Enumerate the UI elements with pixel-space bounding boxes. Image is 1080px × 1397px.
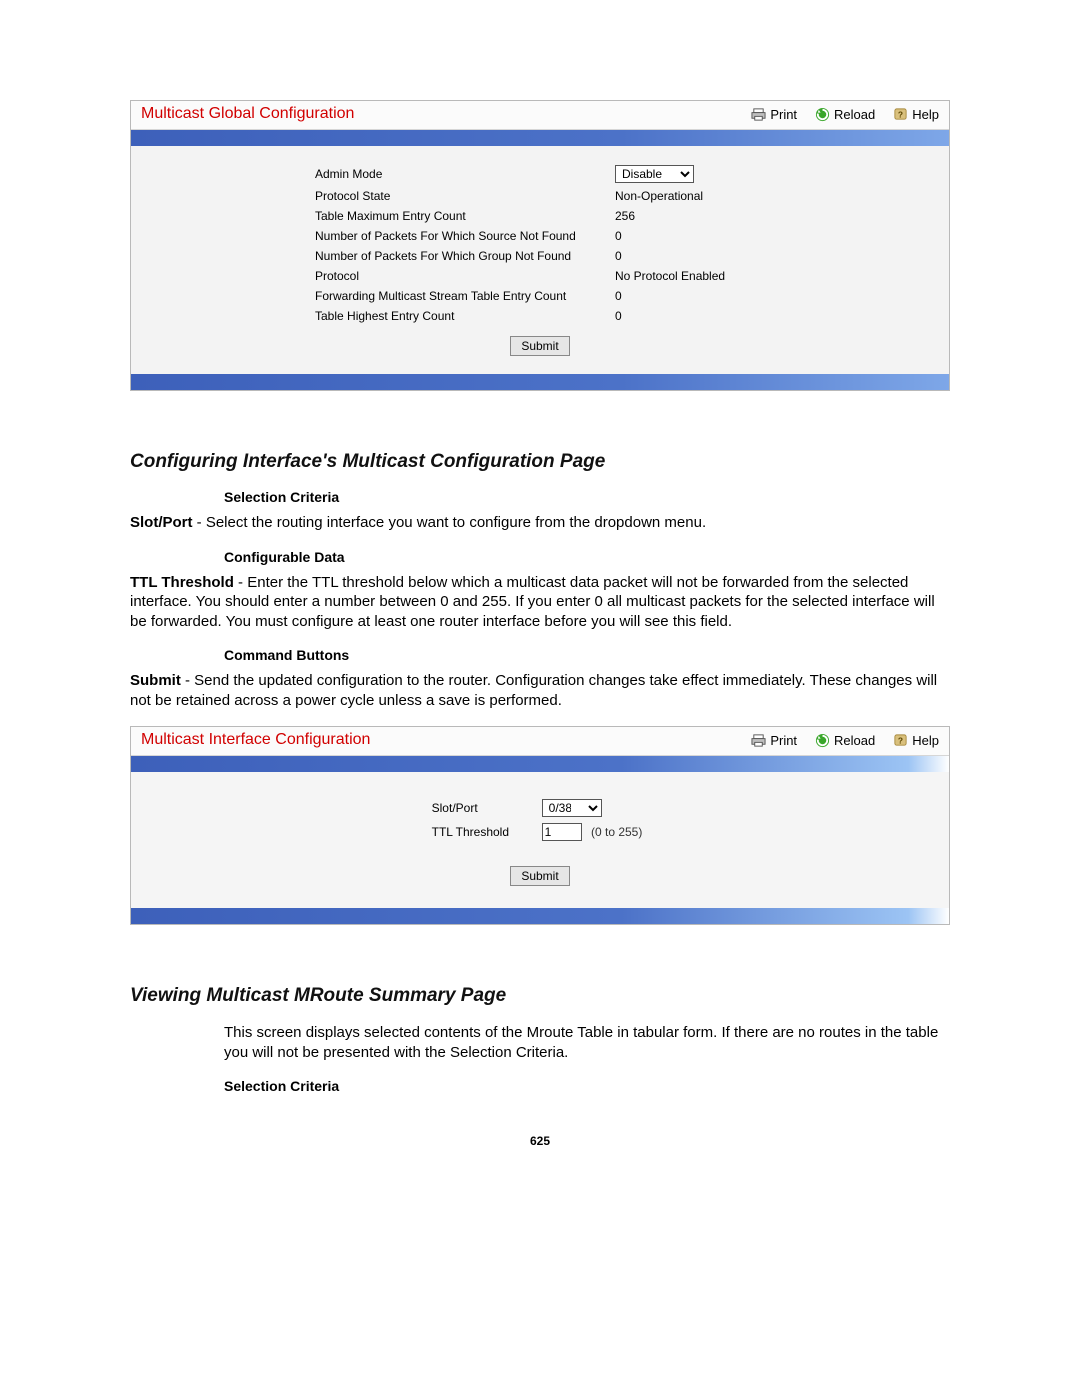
panel-actions: Print Reload ? Help xyxy=(751,733,939,748)
label: Number of Packets For Which Source Not F… xyxy=(315,226,615,246)
value: (0 to 255) xyxy=(542,820,649,844)
print-label: Print xyxy=(770,733,797,748)
label: Protocol State xyxy=(315,186,615,206)
panel-header: Multicast Global Configuration Print Rel… xyxy=(131,101,949,130)
panel-divider-bottom xyxy=(131,374,949,390)
label: Number of Packets For Which Group Not Fo… xyxy=(315,246,615,266)
row-protocol: Protocol No Protocol Enabled xyxy=(315,266,765,286)
reload-icon xyxy=(815,107,830,122)
section-heading-interface-config: Configuring Interface's Multicast Config… xyxy=(130,451,950,473)
panel-divider-top xyxy=(131,756,949,772)
help-button[interactable]: ? Help xyxy=(893,733,939,748)
paragraph-ttl: TTL Threshold - Enter the TTL threshold … xyxy=(130,573,950,632)
paragraph-submit: Submit - Send the updated configuration … xyxy=(130,671,950,710)
term-submit: Submit xyxy=(130,672,181,689)
help-label: Help xyxy=(912,733,939,748)
panel-body: Admin Mode Disable Protocol State Non-Op… xyxy=(131,146,949,374)
paragraph-slotport: Slot/Port - Select the routing interface… xyxy=(130,513,950,533)
panel-title: Multicast Interface Configuration xyxy=(141,731,751,749)
value: 0 xyxy=(615,286,765,306)
print-icon xyxy=(751,107,766,122)
svg-text:?: ? xyxy=(898,109,903,119)
ttl-threshold-input[interactable] xyxy=(542,823,582,841)
print-button[interactable]: Print xyxy=(751,733,797,748)
term-ttl: TTL Threshold xyxy=(130,574,234,591)
value: Disable xyxy=(615,162,765,186)
reload-label: Reload xyxy=(834,107,875,122)
admin-mode-select[interactable]: Disable xyxy=(615,165,694,183)
value: 0/38 xyxy=(542,796,649,820)
panel-divider-top xyxy=(131,130,949,146)
row-ttl-threshold: TTL Threshold (0 to 255) xyxy=(432,820,649,844)
value: 256 xyxy=(615,206,765,226)
text-ttl: - Enter the TTL threshold below which a … xyxy=(130,574,935,630)
slotport-select[interactable]: 0/38 xyxy=(542,799,602,817)
help-icon: ? xyxy=(893,107,908,122)
label: Forwarding Multicast Stream Table Entry … xyxy=(315,286,615,306)
value: 0 xyxy=(615,226,765,246)
multicast-global-config-panel: Multicast Global Configuration Print Rel… xyxy=(130,100,950,391)
config-table: Admin Mode Disable Protocol State Non-Op… xyxy=(315,162,765,326)
label: Slot/Port xyxy=(432,796,542,820)
label: Protocol xyxy=(315,266,615,286)
text-slotport: - Select the routing interface you want … xyxy=(193,514,707,531)
row-fwd-stream-count: Forwarding Multicast Stream Table Entry … xyxy=(315,286,765,306)
value: Non-Operational xyxy=(615,186,765,206)
page-number: 625 xyxy=(130,1134,950,1148)
text-submit: - Send the updated configuration to the … xyxy=(130,672,937,709)
label: Table Highest Entry Count xyxy=(315,306,615,326)
row-table-highest-entry: Table Highest Entry Count 0 xyxy=(315,306,765,326)
panel-title: Multicast Global Configuration xyxy=(141,105,751,123)
value: No Protocol Enabled xyxy=(615,266,765,286)
subheading-command-buttons: Command Buttons xyxy=(224,647,950,663)
row-slotport: Slot/Port 0/38 xyxy=(432,796,649,820)
row-pkts-src-not-found: Number of Packets For Which Source Not F… xyxy=(315,226,765,246)
help-button[interactable]: ? Help xyxy=(893,107,939,122)
value: 0 xyxy=(615,306,765,326)
reload-label: Reload xyxy=(834,733,875,748)
row-protocol-state: Protocol State Non-Operational xyxy=(315,186,765,206)
reload-button[interactable]: Reload xyxy=(815,107,875,122)
row-pkts-grp-not-found: Number of Packets For Which Group Not Fo… xyxy=(315,246,765,266)
print-label: Print xyxy=(770,107,797,122)
subheading-selection-criteria: Selection Criteria xyxy=(224,489,950,505)
help-icon: ? xyxy=(893,733,908,748)
svg-text:?: ? xyxy=(898,735,903,745)
row-table-max-entry: Table Maximum Entry Count 256 xyxy=(315,206,765,226)
label: Admin Mode xyxy=(315,162,615,186)
reload-button[interactable]: Reload xyxy=(815,733,875,748)
ttl-range-hint: (0 to 255) xyxy=(591,825,642,839)
interface-config-table: Slot/Port 0/38 TTL Threshold (0 to 255) xyxy=(432,796,649,844)
multicast-interface-config-panel: Multicast Interface Configuration Print … xyxy=(130,726,950,925)
panel-body: Slot/Port 0/38 TTL Threshold (0 to 255) … xyxy=(131,772,949,908)
panel-header: Multicast Interface Configuration Print … xyxy=(131,727,949,756)
print-button[interactable]: Print xyxy=(751,107,797,122)
label: TTL Threshold xyxy=(432,820,542,844)
term-slotport: Slot/Port xyxy=(130,514,193,531)
print-icon xyxy=(751,733,766,748)
submit-button[interactable]: Submit xyxy=(510,866,569,886)
panel-actions: Print Reload ? Help xyxy=(751,107,939,122)
subheading-configurable-data: Configurable Data xyxy=(224,549,950,565)
section-heading-mroute-summary: Viewing Multicast MRoute Summary Page xyxy=(130,985,950,1007)
label: Table Maximum Entry Count xyxy=(315,206,615,226)
row-admin-mode: Admin Mode Disable xyxy=(315,162,765,186)
submit-button[interactable]: Submit xyxy=(510,336,569,356)
reload-icon xyxy=(815,733,830,748)
help-label: Help xyxy=(912,107,939,122)
panel-divider-bottom xyxy=(131,908,949,924)
value: 0 xyxy=(615,246,765,266)
subheading-selection-criteria-2: Selection Criteria xyxy=(224,1078,950,1094)
paragraph-mroute-intro: This screen displays selected contents o… xyxy=(224,1023,950,1062)
